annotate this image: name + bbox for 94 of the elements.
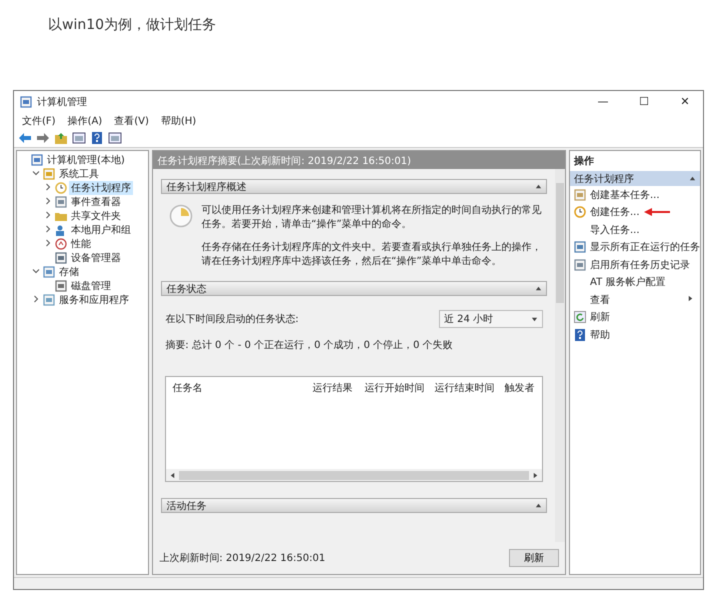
chevron-right-icon[interactable]	[32, 295, 40, 303]
users-icon	[55, 224, 67, 236]
chevron-right-icon[interactable]	[44, 239, 52, 247]
article-caption: 以win10为例，做计划任务	[47, 16, 218, 35]
tree-item[interactable]: 共享文件夹	[69, 209, 123, 223]
window-icon	[55, 196, 67, 208]
vertical-scrollbar[interactable]	[555, 169, 565, 542]
column-header[interactable]: 运行结果	[312, 381, 364, 465]
action-item[interactable]: 启用所有任务历史记录	[590, 258, 690, 272]
folder-up-icon[interactable]	[54, 131, 68, 145]
action-item[interactable]: 显示所有正在运行的任务	[590, 240, 700, 254]
column-header[interactable]: 运行开始时间	[364, 381, 434, 465]
tree-item[interactable]: 磁盘管理	[69, 279, 113, 293]
menu-item[interactable]: 操作(A)	[68, 114, 102, 128]
refresh-button[interactable]: 刷新	[509, 549, 559, 567]
section-title: 任务状态	[166, 282, 206, 296]
section-header[interactable]: 活动任务	[161, 498, 547, 513]
column-header[interactable]: 触发者	[504, 381, 536, 465]
computer-icon	[20, 96, 32, 108]
clock-icon	[55, 182, 67, 194]
tree-item[interactable]: 性能	[69, 237, 93, 251]
menu-item[interactable]: 帮助(H)	[160, 114, 196, 128]
clock-icon	[169, 204, 194, 228]
chevron-right-icon[interactable]	[44, 225, 52, 233]
panel-icon[interactable]	[72, 131, 86, 145]
back-arrow-icon[interactable]	[18, 131, 32, 145]
action-item[interactable]: 导入任务...	[590, 222, 640, 237]
forward-arrow-icon[interactable]	[36, 131, 50, 145]
help-book-icon	[574, 328, 586, 341]
field-label: 在以下时间段启动的任务状态:	[165, 312, 299, 326]
tree-item[interactable]: 本地用户和组	[69, 223, 133, 237]
help-icon[interactable]	[90, 131, 104, 145]
window-icon	[55, 252, 67, 264]
window-icon	[574, 241, 586, 254]
summary-text: 摘要: 总计 0 个 - 0 个正在运行，0 个成功，0 个停止，0 个失败	[165, 338, 454, 352]
maximize-button[interactable]: ☐	[626, 91, 662, 112]
menu-item[interactable]: 查看(V)	[114, 114, 149, 128]
window-icon	[55, 280, 67, 292]
window-icon	[574, 258, 586, 271]
computer-icon	[31, 154, 43, 166]
scroll-left-icon[interactable]	[169, 472, 176, 478]
close-button[interactable]: ✕	[667, 91, 703, 112]
window-icon	[574, 188, 586, 201]
section-title: 任务计划程序概述	[166, 180, 246, 194]
menu-item[interactable]: 文件(F)	[22, 114, 56, 128]
action-item[interactable]: 创建任务...	[590, 205, 640, 220]
section-header[interactable]: 任务计划程序概述	[161, 179, 547, 194]
tree-item[interactable]: 系统工具	[57, 167, 101, 181]
tree-item[interactable]: 事件查看器	[69, 195, 123, 209]
group-header[interactable]: 任务计划程序	[570, 171, 700, 186]
chevron-right-icon[interactable]	[44, 183, 52, 191]
section-title: 活动任务	[166, 500, 206, 512]
column-header[interactable]: 运行结束时间	[434, 381, 504, 465]
chevron-down-icon[interactable]	[32, 267, 40, 275]
dropdown-caret-icon[interactable]	[531, 316, 538, 322]
action-item[interactable]: 查看	[590, 292, 610, 307]
section-header[interactable]: 任务状态	[161, 281, 547, 296]
collapse-icon[interactable]	[535, 183, 542, 190]
tree-item[interactable]: 存储	[57, 265, 81, 279]
chevron-right-icon[interactable]	[44, 211, 52, 219]
submenu-arrow-icon[interactable]	[687, 295, 694, 302]
scroll-right-icon[interactable]	[532, 472, 539, 478]
chevron-right-icon[interactable]	[44, 197, 52, 205]
column-header[interactable]: 任务名	[172, 381, 312, 465]
window-icon	[43, 294, 55, 306]
gauge-icon	[55, 238, 67, 250]
collapse-icon[interactable]	[535, 285, 542, 292]
folder-icon	[55, 210, 67, 222]
pane-title: 操作	[572, 154, 595, 169]
pane-header: 任务计划程序摘要(上次刷新时间: 2019/2/22 16:50:01)	[153, 151, 565, 169]
description-text: 任务存储在任务计划程序库的文件夹中。若要查看或执行单独任务上的操作，请在任务计划程序库中选择该任务，然后在“操作”菜单中单击命令。	[201, 241, 542, 269]
period-dropdown[interactable]: 近 24 小时	[439, 310, 543, 328]
minimize-button[interactable]: —	[585, 91, 621, 112]
collapse-icon[interactable]	[535, 502, 542, 509]
action-item[interactable]: 刷新	[590, 310, 610, 324]
action-item[interactable]: 帮助	[590, 328, 610, 342]
tree-item[interactable]: 设备管理器	[69, 251, 123, 265]
collapse-icon[interactable]	[689, 175, 696, 182]
horizontal-scrollbar[interactable]	[166, 469, 542, 481]
chevron-down-icon[interactable]	[32, 169, 40, 177]
panel-icon[interactable]	[108, 131, 122, 145]
action-item[interactable]: AT 服务帐户配置	[590, 275, 666, 290]
window-title: 计算机管理	[37, 96, 88, 108]
window-icon	[43, 266, 55, 278]
description-text: 可以使用任务计划程序来创建和管理计算机将在所指定的时间自动执行的常见任务。若要开始，请单击“操作”菜单中的命令。	[201, 204, 542, 232]
refresh-icon	[574, 311, 586, 324]
last-refresh-text: 上次刷新时间: 2019/2/22 16:50:01	[159, 552, 326, 565]
clock-icon	[574, 206, 586, 218]
action-item[interactable]: 创建基本任务...	[590, 188, 660, 202]
tree-item[interactable]: 任务计划程序	[69, 181, 133, 195]
group-title: 任务计划程序	[574, 172, 634, 186]
tools-icon	[43, 168, 55, 180]
tree-item[interactable]: 计算机管理(本地)	[45, 153, 127, 167]
tree-item[interactable]: 服务和应用程序	[57, 293, 131, 307]
